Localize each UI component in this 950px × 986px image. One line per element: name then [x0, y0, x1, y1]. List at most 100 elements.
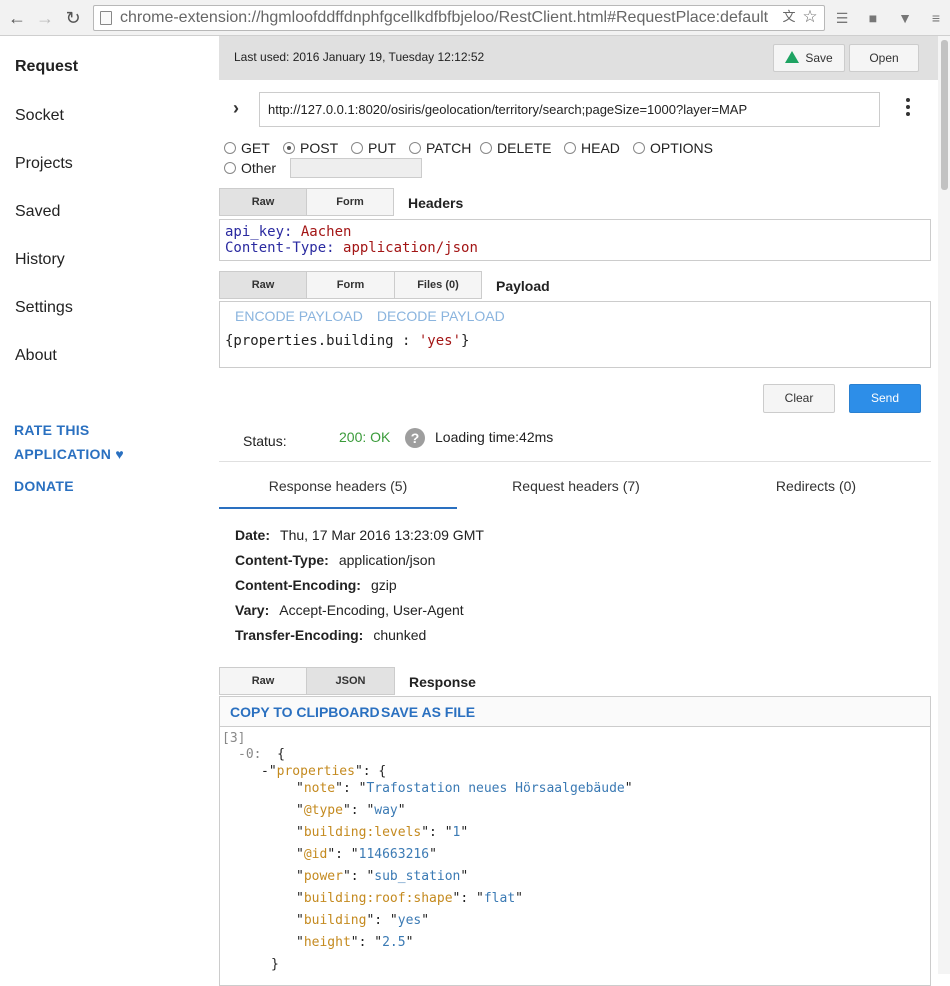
json-key: @type — [303, 803, 343, 818]
method-post[interactable]: POST — [283, 140, 338, 156]
sidebar-item-about[interactable]: About — [15, 347, 57, 365]
tab-redirects[interactable]: Redirects (0) — [697, 478, 935, 494]
translate-icon[interactable]: 文 — [780, 6, 798, 28]
reload-icon[interactable]: ↻ — [61, 6, 85, 30]
open-button[interactable]: Open — [849, 44, 919, 72]
headers-tab-raw[interactable]: Raw — [219, 188, 307, 216]
method-get[interactable]: GET — [224, 140, 270, 156]
request-toolbar: Last used: 2016 January 19, Tuesday 12:1… — [219, 36, 950, 80]
payload-label: Payload — [496, 278, 550, 294]
send-button[interactable]: Send — [849, 384, 921, 413]
sidebar-item-settings[interactable]: Settings — [15, 299, 73, 317]
json-key: building:roof:shape — [303, 891, 453, 906]
expand-url-icon[interactable]: › — [233, 98, 239, 119]
copy-to-clipboard-button[interactable]: COPY TO CLIPBOARD — [230, 704, 380, 720]
sidebar-item-socket[interactable]: Socket — [15, 107, 64, 125]
payload-actions: ENCODE PAYLOAD DECODE PAYLOAD — [235, 308, 519, 324]
headers-editor[interactable]: api_key: Aachen Content-Type: applicatio… — [219, 219, 931, 261]
response-header-row: Content-Type: application/json — [235, 552, 435, 568]
bookmark-star-icon[interactable]: ☆ — [800, 6, 820, 28]
header-value: Aachen — [300, 224, 352, 240]
headers-tab-form[interactable]: Form — [306, 188, 394, 216]
address-text: chrome-extension://hgmloofddffdnphfgcell… — [120, 9, 769, 26]
response-header-value: chunked — [373, 627, 427, 643]
clear-button[interactable]: Clear — [763, 384, 835, 413]
tab-request-headers[interactable]: Request headers (7) — [457, 478, 695, 494]
encode-payload-button[interactable]: ENCODE PAYLOAD — [235, 308, 363, 324]
help-icon[interactable]: ? — [405, 428, 425, 448]
sidebar-item-projects[interactable]: Projects — [15, 155, 73, 173]
payload-tab-form[interactable]: Form — [306, 271, 395, 299]
method-label: PATCH — [426, 140, 472, 156]
json-property: "building": "yes" — [296, 913, 430, 928]
response-actions: COPY TO CLIPBOARD SAVE AS FILE — [219, 696, 931, 726]
json-property: "note": "Trafostation neues Hörsaalgebäu… — [296, 781, 633, 796]
radio-icon — [409, 142, 421, 154]
header-line: api_key: Aachen — [225, 224, 352, 240]
response-header-key: Vary: — [235, 602, 270, 618]
headers-label: Headers — [408, 195, 464, 211]
json-value: flat — [483, 891, 516, 906]
url-input[interactable]: http://127.0.0.1:8020/osiris/geolocation… — [259, 92, 880, 127]
payload-value: 'yes' — [418, 333, 462, 349]
save-as-file-button[interactable]: SAVE AS FILE — [381, 704, 475, 720]
payload-editor[interactable]: ENCODE PAYLOAD DECODE PAYLOAD {properties… — [219, 301, 931, 368]
json-index: -0: — [238, 747, 262, 762]
payload-tab-raw[interactable]: Raw — [219, 271, 307, 299]
method-label: OPTIONS — [650, 140, 714, 156]
json-key: building:levels — [303, 825, 422, 840]
json-index-row[interactable]: -0: { — [238, 747, 285, 762]
method-delete[interactable]: DELETE — [480, 140, 551, 156]
save-button[interactable]: Save — [773, 44, 845, 72]
status-code: 200: OK — [339, 429, 391, 445]
extension-icon-3[interactable]: ▼ — [895, 8, 915, 28]
json-key: height — [303, 935, 351, 950]
back-icon[interactable]: ← — [5, 6, 29, 30]
extension-icon-2[interactable]: ■ — [863, 8, 883, 28]
decode-payload-button[interactable]: DECODE PAYLOAD — [377, 308, 505, 324]
method-patch[interactable]: PATCH — [409, 140, 471, 156]
json-value: 1 — [452, 825, 461, 840]
radio-checked-icon — [283, 142, 295, 154]
sidebar-item-request[interactable]: Request — [15, 58, 78, 76]
sidebar: Request Socket Projects Saved History Se… — [0, 36, 218, 974]
tab-response-headers[interactable]: Response headers (5) — [219, 478, 457, 494]
response-header-row: Date: Thu, 17 Mar 2016 13:23:09 GMT — [235, 527, 484, 543]
json-value: 114663216 — [358, 847, 430, 862]
address-bar[interactable]: chrome-extension://hgmloofddffdnphfgcell… — [93, 5, 825, 31]
radio-icon — [564, 142, 576, 154]
method-head[interactable]: HEAD — [564, 140, 620, 156]
rate-app-link-line1[interactable]: RATE THIS — [14, 422, 90, 438]
json-key: power — [303, 869, 343, 884]
json-array-count: [3] — [222, 731, 246, 746]
menu-icon[interactable]: ≡ — [926, 8, 946, 28]
extension-icon-1[interactable]: ☰ — [832, 8, 852, 28]
donate-link[interactable]: DONATE — [14, 478, 74, 494]
radio-icon — [480, 142, 492, 154]
drive-icon — [785, 50, 800, 63]
forward-icon[interactable]: → — [33, 6, 57, 30]
scrollbar-thumb[interactable] — [941, 40, 948, 190]
json-value: Trafostation neues Hörsaalgebäude — [366, 781, 625, 796]
other-method-input[interactable] — [290, 158, 422, 178]
sidebar-item-history[interactable]: History — [15, 251, 65, 269]
divider — [219, 461, 931, 462]
response-header-row: Vary: Accept-Encoding, User-Agent — [235, 602, 464, 618]
response-header-value: gzip — [370, 577, 397, 593]
header-value: application/json — [343, 240, 478, 256]
response-tab-raw[interactable]: Raw — [219, 667, 307, 695]
method-put[interactable]: PUT — [351, 140, 396, 156]
sidebar-item-saved[interactable]: Saved — [15, 203, 60, 221]
response-tab-json[interactable]: JSON — [306, 667, 395, 695]
more-options-icon[interactable] — [903, 98, 913, 120]
method-other[interactable]: Other — [224, 160, 276, 176]
json-key: building — [303, 913, 367, 928]
payload-tab-files[interactable]: Files (0) — [394, 271, 482, 299]
json-properties-row[interactable]: -"properties": { — [261, 764, 386, 779]
browser-toolbar: ← → ↻ chrome-extension://hgmloofddffdnph… — [0, 0, 950, 36]
method-options[interactable]: OPTIONS — [633, 140, 713, 156]
method-label: PUT — [368, 140, 396, 156]
loading-time: Loading time:42ms — [435, 429, 554, 445]
response-header-row: Content-Encoding: gzip — [235, 577, 397, 593]
rate-app-link-line2[interactable]: APPLICATION ♥ — [14, 446, 124, 462]
